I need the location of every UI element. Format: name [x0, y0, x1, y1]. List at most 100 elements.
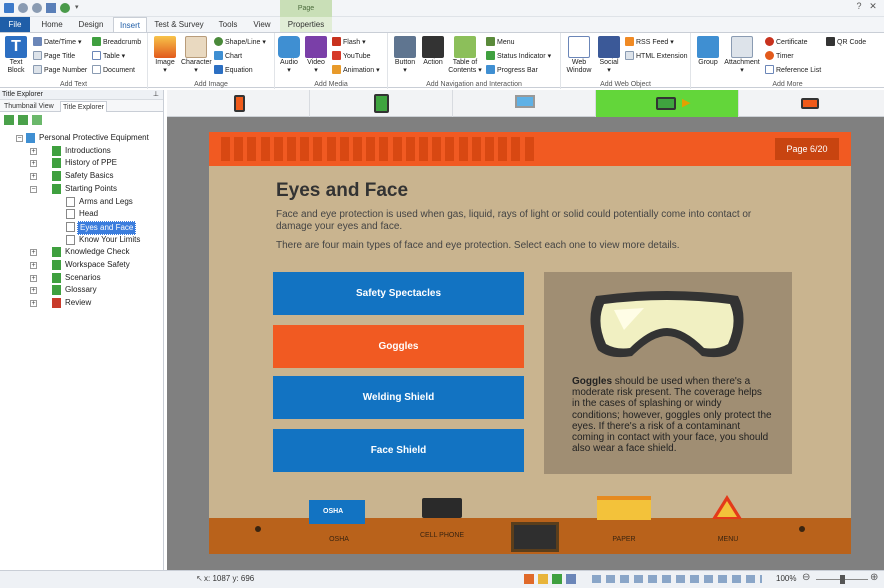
- tree-node[interactable]: Know Your Limits: [0, 234, 164, 246]
- tab-file[interactable]: File: [0, 17, 30, 32]
- menu-button[interactable]: Menu: [486, 37, 515, 48]
- tree-node[interactable]: Eyes and Face: [0, 220, 164, 235]
- tree-node[interactable]: + History of PPE: [0, 157, 164, 169]
- tab-view[interactable]: View: [248, 17, 276, 32]
- tree-node[interactable]: + Workspace Safety: [0, 259, 164, 271]
- tab-tools[interactable]: Tools: [210, 17, 246, 32]
- tree-expander-icon[interactable]: +: [30, 160, 37, 168]
- tree-expander-icon[interactable]: −: [30, 185, 37, 193]
- play-icon[interactable]: [552, 574, 562, 584]
- add-page-icon[interactable]: [32, 115, 42, 125]
- tree-node[interactable]: + Introductions: [0, 145, 164, 157]
- tree-expander-icon[interactable]: +: [30, 300, 37, 308]
- device-tablet-landscape[interactable]: ▶: [596, 90, 739, 117]
- web-window-button[interactable]: Web Window: [564, 36, 594, 75]
- tree-expander-icon[interactable]: +: [30, 173, 37, 181]
- osha-book-icon[interactable]: OSHA: [309, 500, 365, 524]
- qr-code-button[interactable]: QR Code: [826, 37, 866, 48]
- shape-line-button[interactable]: Shape/Line ▾: [214, 37, 266, 48]
- footer-cell-phone[interactable]: CELL PHONE: [417, 532, 467, 540]
- warning-sign-icon[interactable]: [711, 494, 743, 520]
- tree-node[interactable]: + Review: [0, 297, 164, 309]
- device-phone-landscape[interactable]: [739, 90, 884, 117]
- table-button[interactable]: Table ▾: [92, 51, 125, 62]
- tab-home[interactable]: Home: [34, 17, 70, 32]
- video-button[interactable]: Video ▾: [304, 36, 328, 75]
- save-icon[interactable]: [4, 3, 14, 13]
- flash-button[interactable]: Flash ▾: [332, 37, 366, 48]
- table-of-contents-button[interactable]: Table of Contents ▾: [446, 36, 484, 75]
- progress-bar-button[interactable]: Progress Bar: [486, 65, 538, 76]
- pin-icon[interactable]: ⊥: [153, 90, 159, 100]
- device-phone-portrait[interactable]: [167, 90, 310, 117]
- device-tablet-portrait[interactable]: [310, 90, 453, 117]
- status-indicator-button[interactable]: Status Indicator ▾: [486, 51, 551, 62]
- breadcrumb-button[interactable]: Breadcrumb: [92, 37, 141, 48]
- footer-paper[interactable]: PAPER: [599, 536, 649, 544]
- page-number-button[interactable]: Page Number: [33, 65, 87, 76]
- goggles-button[interactable]: Goggles: [273, 325, 524, 368]
- preview-view-icon[interactable]: [538, 574, 548, 584]
- add-section-icon[interactable]: [18, 115, 28, 125]
- tree-node[interactable]: − Personal Protective Equipment: [0, 132, 164, 144]
- animation-button[interactable]: Animation ▾: [332, 65, 380, 76]
- button-button[interactable]: Button ▾: [391, 36, 419, 75]
- youtube-button[interactable]: YouTube: [332, 51, 371, 62]
- image-button[interactable]: Image ▾: [153, 36, 177, 75]
- reference-list-button[interactable]: Reference List: [765, 65, 821, 76]
- safety-spectacles-button[interactable]: Safety Spectacles: [273, 272, 524, 315]
- normal-view-icon[interactable]: [524, 574, 534, 584]
- chart-button[interactable]: Chart: [214, 51, 242, 62]
- tree-expander-icon[interactable]: +: [30, 147, 37, 155]
- tab-insert[interactable]: Insert: [113, 17, 147, 33]
- zoom-in-icon[interactable]: ⊕: [870, 572, 878, 583]
- face-shield-button[interactable]: Face Shield: [273, 429, 524, 472]
- rss-feed-button[interactable]: RSS Feed ▾: [625, 37, 674, 48]
- timer-button[interactable]: Timer: [765, 51, 794, 62]
- paper-icon[interactable]: [597, 496, 651, 520]
- action-button[interactable]: Action: [420, 36, 446, 67]
- zoom-out-icon[interactable]: ⊖: [802, 572, 810, 583]
- alignment-tools-icon[interactable]: [592, 575, 762, 583]
- tree-node[interactable]: − Starting Points: [0, 183, 164, 195]
- audio-button[interactable]: Audio ▾: [277, 36, 301, 75]
- zoom-slider-thumb[interactable]: [840, 575, 845, 584]
- tab-test-survey[interactable]: Test & Survey: [150, 17, 208, 32]
- welding-shield-button[interactable]: Welding Shield: [273, 376, 524, 419]
- tree-node[interactable]: + Scenarios: [0, 272, 164, 284]
- tab-title-explorer[interactable]: Title Explorer: [60, 101, 107, 112]
- equation-button[interactable]: Equation: [214, 65, 253, 76]
- page-title-button[interactable]: Page Title: [33, 51, 75, 62]
- customize-toolbar-icon[interactable]: ▾: [75, 3, 81, 13]
- preview-icon[interactable]: [46, 3, 56, 13]
- character-button[interactable]: Character ▾: [181, 36, 212, 75]
- publish-icon[interactable]: [60, 3, 70, 13]
- footer-osha[interactable]: OSHA: [313, 536, 365, 544]
- tree-expander-icon[interactable]: +: [30, 274, 37, 282]
- tree-expander-icon[interactable]: −: [16, 135, 23, 142]
- footer-menu[interactable]: MENU: [703, 536, 753, 544]
- certificate-button[interactable]: Certificate: [765, 37, 808, 48]
- html-extension-button[interactable]: HTML Extension: [625, 51, 687, 62]
- tree-node[interactable]: Arms and Legs: [0, 196, 164, 208]
- document-button[interactable]: Document: [92, 65, 135, 76]
- tree-expander-icon[interactable]: +: [30, 249, 37, 257]
- attachment-button[interactable]: Attachment ▾: [723, 36, 761, 75]
- tree-expander-icon[interactable]: +: [30, 287, 37, 295]
- tab-design[interactable]: Design: [72, 17, 110, 32]
- close-button[interactable]: ✕: [868, 1, 878, 13]
- tree-node[interactable]: + Glossary: [0, 284, 164, 296]
- group-button[interactable]: Group: [694, 36, 722, 67]
- tree-node[interactable]: + Safety Basics: [0, 170, 164, 182]
- tree-node[interactable]: + Knowledge Check: [0, 246, 164, 258]
- tree-node[interactable]: Head: [0, 208, 164, 220]
- tree-expander-icon[interactable]: +: [30, 262, 37, 269]
- publish-view-icon[interactable]: [566, 574, 576, 584]
- add-chapter-icon[interactable]: [4, 115, 14, 125]
- text-block-button[interactable]: T Text Block: [3, 36, 29, 75]
- date-time-button[interactable]: Date/Time ▾: [33, 37, 82, 48]
- device-desktop[interactable]: [453, 90, 596, 117]
- tab-properties[interactable]: Properties: [280, 17, 332, 32]
- cell-phone-icon[interactable]: [422, 498, 462, 518]
- social-button[interactable]: Social ▾: [596, 36, 622, 75]
